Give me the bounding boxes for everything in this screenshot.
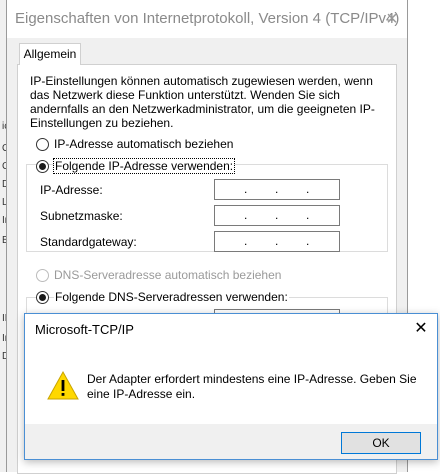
message-box-footer: OK — [25, 424, 437, 459]
dns-auto-radio[interactable] — [36, 269, 49, 282]
ip-auto-label[interactable]: IP-Adresse automatisch beziehen — [54, 137, 233, 151]
warning-icon — [47, 370, 79, 402]
subnet-mask-field[interactable]: ... — [214, 205, 340, 226]
message-box-title: Microsoft-TCP/IP — [35, 322, 134, 337]
ip-auto-radio[interactable] — [36, 138, 49, 151]
dialog-title: Eigenschaften von Internetprotokoll, Ver… — [15, 10, 400, 27]
description-text: IP-Einstellungen können automatisch zuge… — [30, 74, 375, 130]
message-box-close-button[interactable]: ✕ — [409, 318, 433, 340]
dialog-titlebar[interactable]: Eigenschaften von Internetprotokoll, Ver… — [7, 0, 407, 38]
message-box-content: Der Adapter erfordert mindestens eine IP… — [25, 344, 437, 424]
default-gateway-label: Standardgateway: — [40, 235, 137, 249]
ip-address-field[interactable]: ... — [214, 179, 340, 200]
message-box: Microsoft-TCP/IP ✕ Der Adapter erfordert… — [24, 313, 438, 460]
dialog-close-button[interactable]: × — [379, 6, 405, 32]
ok-button[interactable]: OK — [341, 432, 421, 454]
message-text: Der Adapter erfordert mindestens eine IP… — [87, 372, 417, 401]
ip-address-label: IP-Adresse: — [40, 183, 103, 197]
tab-allgemein[interactable]: Allgemein — [19, 43, 81, 65]
ip-manual-radio[interactable] — [36, 160, 49, 173]
default-gateway-field[interactable]: ... — [214, 231, 340, 252]
dns-manual-label[interactable]: Folgende DNS-Serveradressen verwenden: — [54, 290, 289, 304]
ip-manual-label[interactable]: Folgende IP-Adresse verwenden: — [52, 158, 236, 174]
dns-manual-radio[interactable] — [36, 291, 49, 304]
subnet-mask-label: Subnetzmaske: — [40, 209, 123, 223]
dns-auto-label[interactable]: DNS-Serveradresse automatisch beziehen — [54, 268, 281, 282]
message-box-titlebar[interactable]: Microsoft-TCP/IP ✕ — [25, 314, 437, 344]
